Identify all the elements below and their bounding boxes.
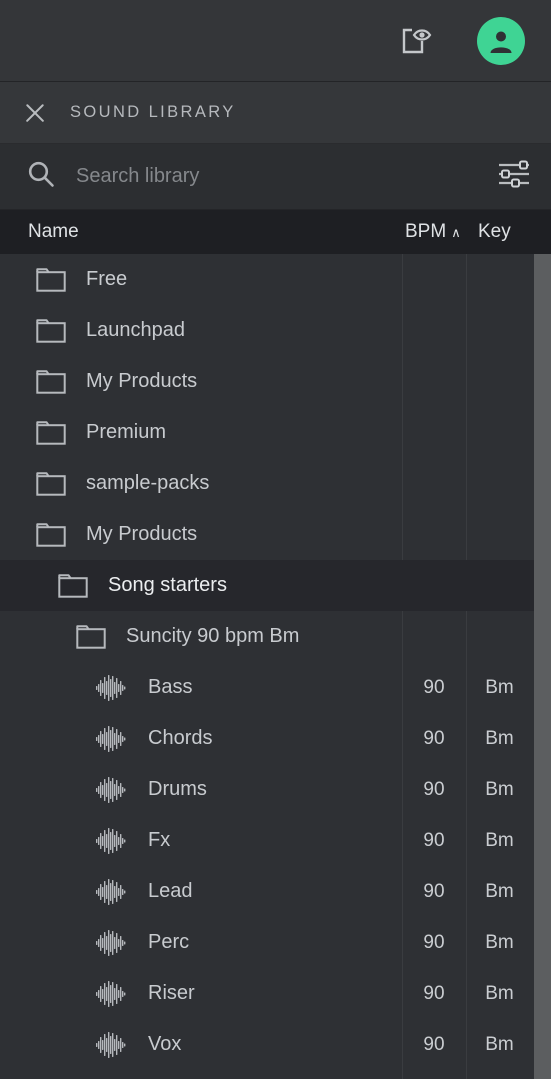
list-item[interactable]: Riser 90 Bm (0, 968, 551, 1019)
top-app-bar (0, 0, 551, 81)
list-item-label: Suncity 90 bpm Bm (126, 625, 300, 647)
list-item-label: My Products (86, 370, 198, 392)
list-item-key: Bm (485, 778, 514, 800)
folder-icon (76, 624, 106, 650)
column-header-bpm[interactable]: BPM ∧ (405, 221, 461, 243)
search-input[interactable] (76, 165, 477, 188)
waveform-icon (96, 674, 126, 702)
list-item-label: Chords (148, 727, 213, 749)
folder-icon (58, 573, 88, 599)
list-item-label: Launchpad (86, 319, 185, 341)
page-title: SOUND LIBRARY (70, 103, 236, 121)
list-item-bpm: 90 (423, 727, 445, 749)
list-item-label: Bass (148, 676, 193, 698)
folder-icon (36, 471, 66, 497)
list-item-key: Bm (485, 727, 514, 749)
list-item[interactable]: Premium (0, 407, 551, 458)
vertical-scrollbar[interactable] (534, 254, 551, 1079)
folder-icon (36, 522, 66, 548)
list-item-bpm: 90 (423, 982, 445, 1004)
list-item-bpm: 90 (423, 1033, 445, 1055)
list-item[interactable]: Bass 90 Bm (0, 662, 551, 713)
waveform-icon (96, 929, 126, 957)
waveform-icon (96, 776, 126, 804)
waveform-icon (96, 725, 126, 753)
list-item-label: Fx (148, 829, 171, 851)
library-list[interactable]: Free Launchpad My Products Premium sample-pa… (0, 254, 551, 1079)
search-icon (26, 159, 56, 194)
table-column-header: Name BPM ∧ Key (0, 210, 551, 254)
list-item[interactable]: sample-packs (0, 458, 551, 509)
list-item-key: Bm (485, 880, 514, 902)
sound-library-panel: SOUND LIBRARY Search library Name BPM ∧ … (0, 81, 551, 1079)
waveform-icon (96, 980, 126, 1008)
list-item[interactable]: Launchpad (0, 305, 551, 356)
list-item[interactable]: Chords 90 Bm (0, 713, 551, 764)
list-item-bpm: 90 (423, 676, 445, 698)
list-item-label: Perc (148, 931, 190, 953)
list-item-label: Song starters (108, 574, 227, 596)
list-item-bpm: 90 (423, 931, 445, 953)
folder-icon (36, 420, 66, 446)
list-item[interactable]: Perc 90 Bm (0, 917, 551, 968)
list-item-bpm: 90 (423, 778, 445, 800)
account-avatar-icon[interactable] (477, 16, 525, 65)
list-item[interactable]: My Products (0, 509, 551, 560)
list-item-key: Bm (485, 1033, 514, 1055)
list-item-bpm: 90 (423, 829, 445, 851)
list-item-label: Lead (148, 880, 193, 902)
list-item-key: Bm (485, 676, 514, 698)
close-icon[interactable] (22, 100, 48, 126)
list-item[interactable]: Drums 90 Bm (0, 764, 551, 815)
list-item-label: sample-packs (86, 472, 210, 494)
list-item-label: Riser (148, 982, 195, 1004)
list-item-bpm: 90 (423, 880, 445, 902)
list-item-label: Free (86, 268, 128, 290)
panel-header: SOUND LIBRARY (0, 82, 551, 144)
waveform-icon (96, 878, 126, 906)
list-item-label: Vox (148, 1033, 182, 1055)
list-item-label: Drums (148, 778, 207, 800)
list-item-label: Premium (86, 421, 167, 443)
list-item[interactable]: Vox 90 Bm (0, 1019, 551, 1070)
list-item[interactable]: Suncity 90 bpm Bm (0, 611, 551, 662)
list-item[interactable]: Lead 90 Bm (0, 866, 551, 917)
folder-icon (36, 318, 66, 344)
folder-icon (36, 369, 66, 395)
list-item-key: Bm (485, 829, 514, 851)
waveform-icon (96, 1031, 126, 1059)
square-eye-icon[interactable] (395, 19, 439, 63)
column-header-bpm-label: BPM (405, 221, 447, 242)
list-item[interactable]: Fx 90 Bm (0, 815, 551, 866)
column-header-name[interactable]: Name (28, 221, 79, 243)
list-item-label: My Products (86, 523, 198, 545)
list-item-key: Bm (485, 982, 514, 1004)
list-item[interactable]: My Products (0, 356, 551, 407)
waveform-icon (96, 827, 126, 855)
column-header-key[interactable]: Key (478, 221, 511, 243)
list-item[interactable]: Free (0, 254, 551, 305)
sort-ascending-icon: ∧ (451, 224, 461, 240)
filter-sliders-icon[interactable] (497, 159, 531, 194)
sound-library-screen: SOUND LIBRARY Search library Name BPM ∧ … (0, 0, 551, 1079)
folder-icon (36, 267, 66, 293)
list-item[interactable]: Song starters (0, 560, 551, 611)
list-item-key: Bm (485, 931, 514, 953)
search-bar (0, 144, 551, 210)
